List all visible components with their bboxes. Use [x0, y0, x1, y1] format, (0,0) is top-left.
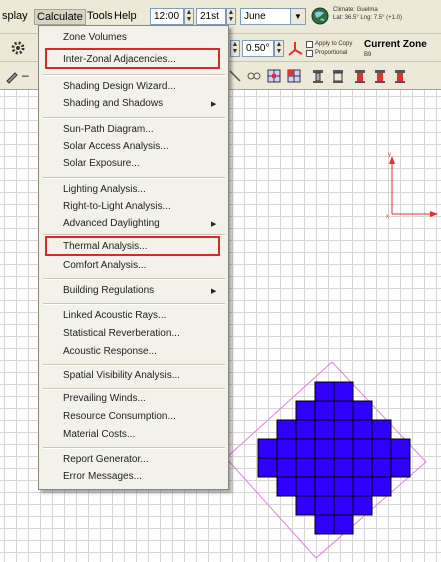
menu-item-solar-access-analysis[interactable]: Solar Access Analysis... — [63, 141, 169, 152]
red-object-icon[interactable] — [352, 68, 368, 84]
month-select[interactable]: June ▼ — [240, 8, 306, 25]
chevron-down-icon[interactable]: ▼ — [290, 9, 305, 24]
time-input[interactable]: 12:00 — [150, 8, 184, 25]
dash-icon[interactable]: – — [22, 68, 29, 82]
axis-x-label: x — [386, 214, 389, 220]
angle-input[interactable]: 0.50° — [242, 40, 274, 57]
menu-item-comfort-analysis[interactable]: Comfort Analysis... — [63, 260, 146, 271]
menu-item-report-generator[interactable]: Report Generator... — [63, 454, 149, 465]
menu-separator — [43, 388, 225, 390]
menu-calculate[interactable]: Calculate — [34, 9, 86, 25]
day-input[interactable]: 21st — [196, 8, 226, 25]
current-zone-value: B9 — [364, 52, 372, 58]
line-tool-icon[interactable] — [227, 68, 243, 84]
angle-spin-button-right[interactable]: ▲ ▼ — [274, 40, 284, 57]
menu-item-zone-volumes[interactable]: Zone Volumes — [63, 32, 127, 43]
menu-separator — [43, 303, 225, 305]
menu-item-acoustic-response[interactable]: Acoustic Response... — [63, 346, 157, 357]
menu-separator — [43, 278, 225, 280]
menu-item-prevailing-winds[interactable]: Prevailing Winds... — [63, 393, 146, 404]
menu-item-statistical-reverberation[interactable]: Statistical Reverberation... — [63, 328, 180, 339]
current-zone-label: Current Zone — [364, 39, 427, 50]
apply-to-copy-label: Apply to Copy — [315, 41, 353, 47]
menu-item-shading-design-wizard[interactable]: Shading Design Wizard... — [63, 81, 176, 92]
menu-item-spatial-visibility-analysis[interactable]: Spatial Visibility Analysis... — [63, 370, 180, 381]
menu-item-shading-and-shadows[interactable]: Shading and Shadows — [63, 98, 163, 109]
zone-shape[interactable] — [220, 358, 430, 562]
axes-icon[interactable] — [287, 40, 303, 56]
axis-y-label: y — [388, 152, 391, 158]
menu-help[interactable]: Help — [114, 10, 137, 22]
menu-separator — [43, 364, 225, 366]
gear-icon[interactable] — [10, 40, 26, 56]
frame-icon[interactable] — [330, 68, 346, 84]
menu-item-resource-consumption[interactable]: Resource Consumption... — [63, 411, 176, 422]
menu-separator — [43, 74, 225, 76]
red-object-alt-icon[interactable] — [372, 68, 388, 84]
menu-separator — [43, 117, 225, 119]
zone-cells — [257, 381, 411, 535]
highlight-thermal-analysis — [45, 236, 220, 256]
link-icon[interactable] — [246, 68, 262, 84]
proportional-label: Proportional — [315, 50, 348, 56]
pencil-icon[interactable] — [4, 68, 20, 84]
climate-location: Climate: Guelma — [333, 7, 378, 13]
apply-to-copy-checkbox[interactable] — [306, 41, 313, 48]
submenu-arrow-icon: ▶ — [211, 288, 217, 295]
column-icon[interactable] — [310, 68, 326, 84]
climate-coordinates: Lat: 36.5° Lng: 7.5° (+1.0) — [333, 15, 403, 21]
menu-separator — [43, 177, 225, 179]
menu-item-sun-path-diagram[interactable]: Sun-Path Diagram... — [63, 124, 154, 135]
submenu-arrow-icon: ▶ — [211, 101, 217, 108]
menu-separator — [43, 447, 225, 449]
highlight-inter-zonal — [45, 48, 220, 69]
menu-tools[interactable]: Tools — [87, 10, 113, 22]
time-spin-button[interactable]: ▲ ▼ — [184, 8, 194, 25]
menu-item-lighting-analysis[interactable]: Lighting Analysis... — [63, 184, 146, 195]
menu-item-linked-acoustic-rays[interactable]: Linked Acoustic Rays... — [63, 310, 166, 321]
day-spin-button[interactable]: ▲ ▼ — [226, 8, 236, 25]
globe-icon[interactable] — [311, 7, 329, 25]
menu-item-advanced-daylighting[interactable]: Advanced Daylighting — [63, 218, 160, 229]
proportional-checkbox[interactable] — [306, 50, 313, 57]
menu-item-building-regulations[interactable]: Building Regulations — [63, 285, 154, 296]
menu-item-right-to-light-analysis[interactable]: Right-to-Light Analysis... — [63, 201, 171, 212]
grid-node-icon[interactable] — [266, 68, 282, 84]
red-block-icon[interactable] — [392, 68, 408, 84]
menu-display[interactable]: splay — [2, 10, 28, 22]
grid-split-icon[interactable] — [286, 68, 302, 84]
angle-spin-button[interactable]: ▲ ▼ — [230, 40, 240, 57]
calculate-menu-dropdown: Zone Volumes Inter-Zonal Adjacencies... … — [38, 25, 229, 490]
month-select-value: June — [244, 11, 266, 22]
menu-item-material-costs[interactable]: Material Costs... — [63, 429, 135, 440]
menu-item-error-messages[interactable]: Error Messages... — [63, 471, 142, 482]
submenu-arrow-icon: ▶ — [211, 221, 217, 228]
axis-indicator: y x — [386, 152, 438, 220]
menu-item-solar-exposure[interactable]: Solar Exposure... — [63, 158, 140, 169]
